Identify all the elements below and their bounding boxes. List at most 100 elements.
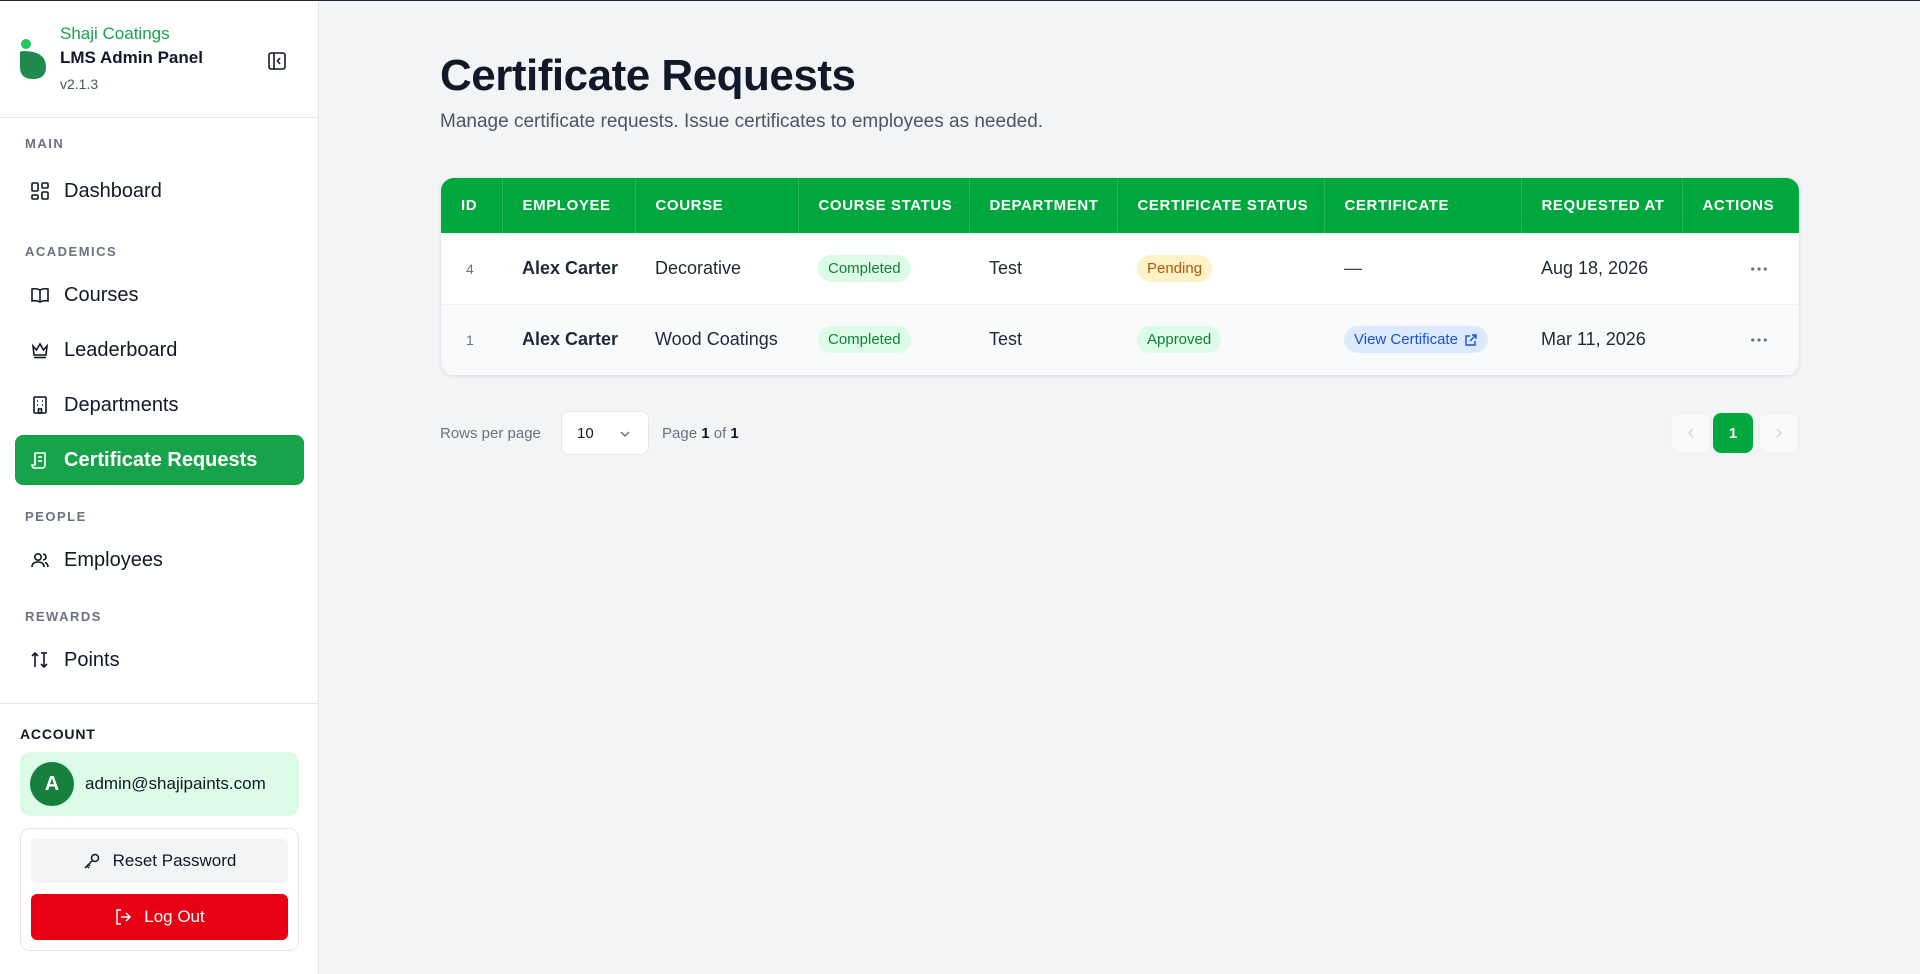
of-word: of xyxy=(713,425,727,442)
page-word: Page xyxy=(662,425,698,442)
status-badge: Completed xyxy=(818,255,911,282)
cell-certificate-status: Approved xyxy=(1117,304,1324,375)
sidebar-item-courses[interactable]: Courses xyxy=(15,270,304,320)
cell-department: Test xyxy=(989,258,1023,278)
cell-employee: Alex Carter xyxy=(522,329,619,350)
cell-certificate-status: Pending xyxy=(1117,233,1324,304)
cell-requested-at: Mar 11, 2026 xyxy=(1541,329,1646,350)
brand-text: Shaji Coatings LMS Admin Panel v2.1.3 xyxy=(60,23,203,95)
chevron-right-icon xyxy=(1776,428,1783,438)
column-header-actions: ACTIONS xyxy=(1702,196,1775,214)
key-icon xyxy=(83,852,101,870)
sidebar-item-leaderboard[interactable]: Leaderboard xyxy=(15,325,304,375)
sidebar-item-label: Certificate Requests xyxy=(64,448,258,471)
page-button-current[interactable]: 1 xyxy=(1713,413,1753,453)
next-page-button[interactable] xyxy=(1759,413,1799,453)
table-row: 4 Alex Carter Decorative Completed Test … xyxy=(441,233,1799,304)
cell-course: Decorative xyxy=(655,258,742,278)
view-certificate-link[interactable]: View Certificate xyxy=(1344,326,1488,354)
account-label: ACCOUNT xyxy=(20,726,96,742)
sidebar-item-certificate-requests[interactable]: Certificate Requests xyxy=(15,435,304,485)
column-header-course[interactable]: COURSE xyxy=(635,178,799,233)
book-icon xyxy=(30,285,50,305)
cell-certificate: — xyxy=(1344,258,1362,278)
cell-id: 4 xyxy=(466,260,474,277)
page-info-total: 1 xyxy=(730,425,739,442)
cell-id: 1 xyxy=(466,331,474,348)
column-header-requested-at[interactable]: REQUESTED AT xyxy=(1521,178,1683,233)
cell-course-status: Completed xyxy=(798,233,969,304)
app-version: v2.1.3 xyxy=(60,76,99,92)
chevron-left-icon xyxy=(1687,428,1694,438)
external-link-icon xyxy=(1464,333,1478,347)
account-card[interactable]: A admin@shajipaints.com xyxy=(20,752,299,816)
rows-per-page-label: Rows per page xyxy=(440,425,541,442)
dashboard-icon xyxy=(30,181,50,201)
status-badge: Pending xyxy=(1137,255,1213,282)
sidebar-item-dashboard[interactable]: Dashboard xyxy=(15,166,304,216)
cell-requested-at: Aug 18, 2026 xyxy=(1541,258,1649,278)
column-header-department[interactable]: DEPARTMENT xyxy=(969,178,1118,233)
rows-per-page-value: 10 xyxy=(577,424,594,442)
logout-label: Log Out xyxy=(144,907,205,926)
logout-button[interactable]: Log Out xyxy=(31,894,288,940)
pagination-bar: Rows per page 10 Page 1 of 1 1 xyxy=(440,411,1800,455)
column-header-course-status[interactable]: COURSE STATUS xyxy=(798,178,970,233)
status-badge: Approved xyxy=(1137,326,1222,354)
certificate-requests-table: ID EMPLOYEE COURSE COURSE STATUS DEPARTM… xyxy=(440,177,1800,376)
account-actions: Reset Password Log Out xyxy=(20,828,299,951)
brand-panel-name: LMS Admin Panel xyxy=(60,48,203,67)
cell-course-status: Completed xyxy=(798,304,969,375)
status-badge: Completed xyxy=(818,326,911,354)
column-header-certificate-status[interactable]: CERTIFICATE STATUS xyxy=(1117,178,1325,233)
reset-password-label: Reset Password xyxy=(112,851,237,870)
users-icon xyxy=(30,550,50,570)
column-header-employee[interactable]: EMPLOYEE xyxy=(502,178,636,233)
cell-actions xyxy=(1682,304,1799,375)
page-info-current: 1 xyxy=(701,425,710,442)
crown-icon xyxy=(30,340,50,360)
cell-actions xyxy=(1682,233,1799,304)
scroll-icon xyxy=(30,450,50,470)
nav-section-people: PEOPLE xyxy=(25,509,87,524)
reset-password-button[interactable]: Reset Password xyxy=(31,839,288,883)
sidebar-item-departments[interactable]: Departments xyxy=(15,380,304,430)
page-info: Page 1 of 1 xyxy=(662,425,739,442)
logout-icon xyxy=(114,908,132,926)
column-header-certificate[interactable]: CERTIFICATE xyxy=(1324,178,1522,233)
account-section: ACCOUNT A admin@shajipaints.com Reset Pa… xyxy=(0,703,319,951)
sidebar-item-label: Dashboard xyxy=(64,179,162,202)
page-title: Certificate Requests xyxy=(440,51,856,100)
building-icon xyxy=(30,395,50,415)
page-subtitle: Manage certificate requests. Issue certi… xyxy=(440,111,1044,132)
table-row: 1 Alex Carter Wood Coatings Completed Te… xyxy=(441,304,1799,375)
chevron-down-icon xyxy=(620,431,630,438)
cell-certificate: View Certificate xyxy=(1324,304,1521,375)
sidebar-item-label: Leaderboard xyxy=(64,338,178,361)
sidebar-item-points[interactable]: Points xyxy=(15,635,304,685)
sidebar: Shaji Coatings LMS Admin Panel v2.1.3 MA… xyxy=(0,1,319,974)
cell-department: Test xyxy=(989,329,1023,350)
view-certificate-label: View Certificate xyxy=(1354,331,1458,349)
more-actions-icon[interactable] xyxy=(1744,328,1774,352)
more-actions-icon[interactable] xyxy=(1744,257,1774,281)
brand-company: Shaji Coatings xyxy=(60,24,170,43)
column-header-id[interactable]: ID xyxy=(441,178,503,233)
sidebar-item-label: Departments xyxy=(64,393,179,416)
brand-logo-icon xyxy=(20,39,46,79)
table-header-row: ID EMPLOYEE COURSE COURSE STATUS DEPARTM… xyxy=(441,178,1799,233)
sidebar-item-employees[interactable]: Employees xyxy=(15,535,304,585)
brand-header: Shaji Coatings LMS Admin Panel v2.1.3 xyxy=(0,1,318,118)
nav-section-rewards: REWARDS xyxy=(25,609,102,624)
sidebar-item-label: Employees xyxy=(64,548,163,571)
account-email: admin@shajipaints.com xyxy=(85,774,266,793)
cell-course: Wood Coatings xyxy=(655,329,778,350)
nav-section-main: MAIN xyxy=(25,136,65,151)
rows-per-page-select[interactable]: 10 xyxy=(561,411,649,455)
sidebar-item-label: Courses xyxy=(64,283,139,306)
sidebar-collapse-icon[interactable] xyxy=(267,51,287,71)
previous-page-button[interactable] xyxy=(1671,413,1711,453)
main-nav: MAIN Dashboard ACADEMICS Courses Leaderb… xyxy=(0,119,319,685)
sort-arrows-icon xyxy=(30,650,50,670)
cell-employee: Alex Carter xyxy=(522,258,619,278)
